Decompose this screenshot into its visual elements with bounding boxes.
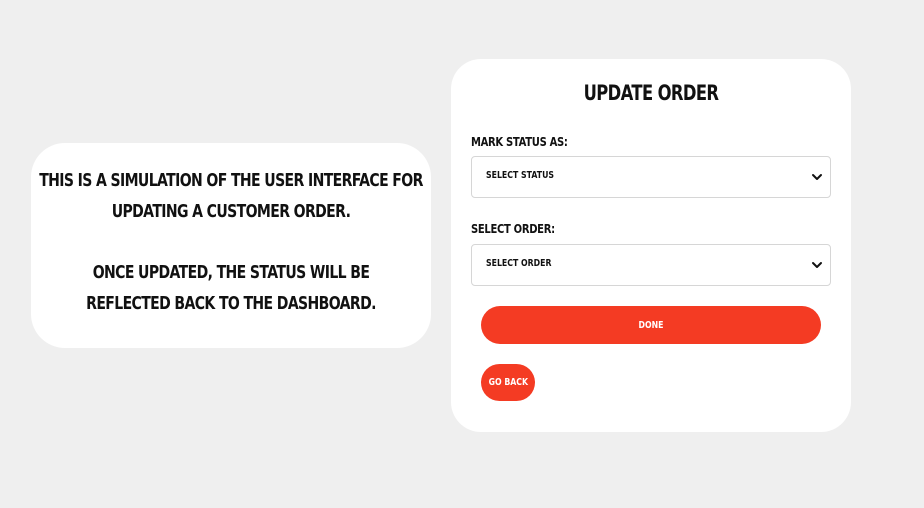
order-select[interactable]: Select Order: [471, 244, 831, 286]
chevron-down-icon: [812, 262, 822, 268]
info-line: updating a customer order.: [111, 201, 351, 222]
status-label: Mark Status As:: [471, 134, 568, 149]
status-select-value: Select Status: [486, 170, 555, 181]
chevron-down-icon: [812, 174, 822, 180]
info-line: Once updated, the status will be: [92, 262, 370, 283]
go-back-button[interactable]: Go Back: [481, 364, 535, 401]
page: This is a simulation of the user interfa…: [0, 0, 924, 508]
info-card: This is a simulation of the user interfa…: [31, 143, 431, 348]
info-message: This is a simulation of the user interfa…: [28, 165, 434, 319]
status-select[interactable]: Select Status: [471, 156, 831, 198]
form-title: Update Order: [583, 81, 719, 105]
info-line: This is a simulation of the user interfa…: [39, 170, 423, 191]
update-order-form: Update Order Mark Status As: Select Stat…: [451, 59, 851, 432]
done-button-label: Done: [638, 319, 664, 331]
done-button[interactable]: Done: [481, 306, 821, 344]
go-back-button-label: Go Back: [488, 377, 528, 388]
order-select-value: Select Order: [486, 258, 552, 269]
info-line: reflected back to the dashboard.: [86, 293, 376, 314]
order-label: Select Order:: [471, 221, 555, 236]
